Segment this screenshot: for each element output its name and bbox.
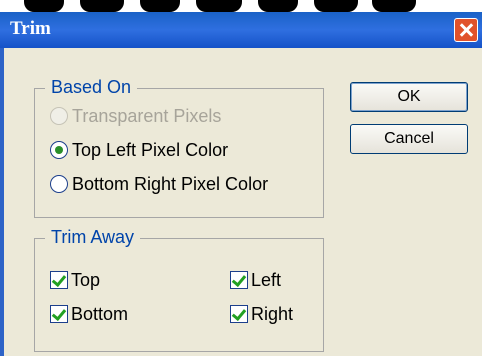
checkbox[interactable]	[50, 271, 68, 289]
radio-label: Bottom Right Pixel Color	[72, 173, 269, 194]
background-strip	[0, 0, 482, 12]
radio-top-left-pixel-color[interactable]: Top Left Pixel Color	[50, 137, 228, 163]
cancel-button[interactable]: Cancel	[350, 124, 468, 154]
based-on-group: Based On Transparent Pixels Top Left Pix…	[34, 77, 324, 218]
checkbox-label: Left	[251, 269, 282, 290]
radio-button[interactable]	[50, 141, 68, 159]
checkbox-label: Bottom	[71, 303, 129, 324]
partial-glyph	[140, 0, 180, 12]
title-bar[interactable]: Trim	[0, 12, 482, 48]
partial-glyph	[80, 0, 124, 12]
checkbox-label: Right	[251, 303, 294, 324]
partial-glyph	[372, 0, 416, 12]
radio-label: Transparent Pixels	[72, 105, 222, 126]
checkbox-bottom[interactable]: Bottom	[50, 301, 128, 327]
trim-away-group: Trim Away Top Left Bottom Right	[34, 227, 324, 352]
radio-button[interactable]	[50, 175, 68, 193]
checkbox-top[interactable]: Top	[50, 267, 100, 293]
radio-label: Top Left Pixel Color	[72, 139, 229, 160]
based-on-legend: Based On	[45, 77, 138, 98]
checkbox-right[interactable]: Right	[230, 301, 293, 327]
window-frame	[0, 48, 4, 356]
partial-glyph	[196, 0, 242, 12]
close-icon[interactable]	[454, 18, 478, 42]
window-title: Trim	[10, 18, 51, 39]
trim-away-legend: Trim Away	[45, 227, 141, 248]
trim-dialog: Trim Based On Transparent Pixels Top Lef…	[0, 12, 482, 356]
radio-button[interactable]	[50, 107, 68, 125]
checkbox-left[interactable]: Left	[230, 267, 281, 293]
partial-glyph	[24, 0, 64, 12]
checkbox-label: Top	[71, 269, 101, 290]
radio-bottom-right-pixel-color[interactable]: Bottom Right Pixel Color	[50, 171, 268, 197]
radio-transparent-pixels[interactable]: Transparent Pixels	[50, 103, 221, 129]
checkbox[interactable]	[230, 305, 248, 323]
partial-glyph	[314, 0, 358, 12]
checkbox[interactable]	[230, 271, 248, 289]
ok-button[interactable]: OK	[350, 82, 468, 112]
checkbox[interactable]	[50, 305, 68, 323]
partial-glyph	[258, 0, 298, 12]
